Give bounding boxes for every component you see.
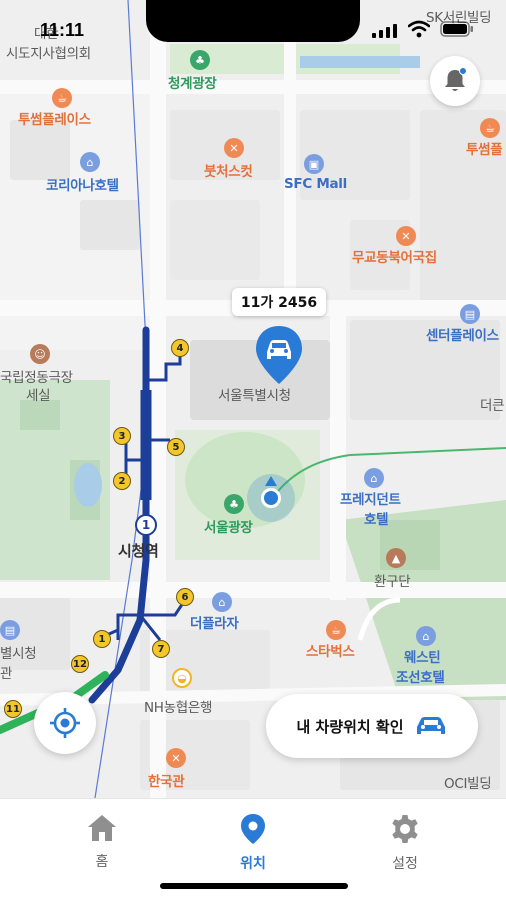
notification-button[interactable] xyxy=(430,56,480,106)
check-car-location-button[interactable]: 내 차량위치 확인 xyxy=(266,694,478,758)
status-time: 11:11 xyxy=(40,20,85,40)
tab-label: 위치 xyxy=(240,856,266,872)
subway-exit-icon[interactable]: 11 xyxy=(4,700,22,718)
home-indicator xyxy=(160,883,348,889)
cafe-icon: ☕ xyxy=(52,88,72,108)
cafe-icon: ☕ xyxy=(480,118,500,138)
restaurant-icon: ✕ xyxy=(224,138,244,158)
poi-label[interactable]: 프레지던트 xyxy=(340,488,401,508)
car-location-pin-icon[interactable] xyxy=(254,324,304,386)
subway-exit-icon[interactable]: 7 xyxy=(152,640,170,658)
restaurant-icon: ✕ xyxy=(166,748,186,768)
poi-label: OCI빌딩 xyxy=(444,776,492,792)
poi-label: 시도지사협의회 xyxy=(6,46,91,62)
battery-icon xyxy=(440,21,473,37)
notch xyxy=(146,0,360,42)
poi-label: 조선호텔 xyxy=(396,670,445,686)
station-label[interactable]: 시청역 xyxy=(118,540,159,561)
tab-settings[interactable]: 설정 xyxy=(350,813,460,883)
car-icon xyxy=(416,717,445,734)
my-location-dot-icon xyxy=(261,488,281,508)
cellular-signal-icon xyxy=(372,24,397,38)
poi-label[interactable]: 붓처스컷 xyxy=(204,160,253,180)
map-view[interactable]: 대한 시도지사협의회 SK서린빌딩 ♣ 청계광장 ☕ 투썸플레이스 ☕ 투썸플 … xyxy=(0,0,506,798)
poi-label[interactable]: SFC Mall xyxy=(284,176,347,192)
poi-label: 더큰 xyxy=(480,398,505,414)
poi-label[interactable]: NH농협은행 xyxy=(144,696,212,716)
poi-label[interactable]: 투썸플레이스 xyxy=(18,108,91,128)
building-icon: ▤ xyxy=(0,620,20,640)
notification-badge xyxy=(459,67,467,75)
subway-station-icon: 1 xyxy=(135,514,157,536)
poi-label[interactable]: 코리아나호텔 xyxy=(46,174,119,194)
poi-label: 호텔 xyxy=(364,512,389,528)
hotel-icon: ⌂ xyxy=(364,468,384,488)
tab-location[interactable]: 위치 xyxy=(198,813,308,883)
crosshair-icon xyxy=(50,708,80,738)
poi-label: 관 xyxy=(0,666,13,682)
subway-exit-icon[interactable]: 6 xyxy=(176,588,194,606)
poi-label[interactable]: 센터플레이스 xyxy=(426,324,499,344)
subway-exit-icon[interactable]: 4 xyxy=(171,339,189,357)
check-car-location-label: 내 차량위치 확인 xyxy=(296,717,404,736)
park-icon: ♣ xyxy=(224,494,244,514)
subway-exit-icon[interactable]: 2 xyxy=(113,472,131,490)
hotel-icon: ⌂ xyxy=(212,592,232,612)
home-icon xyxy=(88,815,116,841)
my-location-marker xyxy=(247,474,295,522)
restaurant-icon: ✕ xyxy=(396,226,416,246)
subway-line-label: 1호선 xyxy=(138,424,148,448)
poi-label[interactable]: 투썸플 xyxy=(466,138,503,158)
landmark-icon: ▲ xyxy=(386,548,406,568)
subway-exit-icon[interactable]: 12 xyxy=(71,655,89,673)
bank-icon: ◒ xyxy=(172,668,192,688)
poi-label[interactable]: 서울광장 xyxy=(204,516,253,536)
subway-exit-icon[interactable]: 3 xyxy=(113,427,131,445)
poi-label[interactable]: 청계광장 xyxy=(168,72,217,92)
poi-label[interactable]: 서울특별시청 xyxy=(218,384,291,404)
hotel-icon: ⌂ xyxy=(80,152,100,172)
status-bar: 11:11 xyxy=(0,0,506,44)
poi-label[interactable]: 웨스틴 xyxy=(404,646,441,666)
heading-icon xyxy=(265,476,277,486)
poi-label: 별시청 xyxy=(0,646,37,662)
poi-label[interactable]: 국립정동극장 xyxy=(0,366,73,386)
car-plate-label[interactable]: 11가 2456 xyxy=(232,288,326,316)
building-icon: ▤ xyxy=(460,304,480,324)
poi-label[interactable]: 스타벅스 xyxy=(306,640,355,660)
poi-label[interactable]: 환구단 xyxy=(374,570,411,590)
poi-label[interactable]: 더플라자 xyxy=(190,612,239,632)
current-location-button[interactable] xyxy=(34,692,96,754)
theater-icon: ☺ xyxy=(30,344,50,364)
subway-exit-icon[interactable]: 1 xyxy=(93,630,111,648)
tab-home[interactable]: 홈 xyxy=(47,813,157,883)
poi-label: 세실 xyxy=(26,388,51,404)
park-icon: ♣ xyxy=(190,50,210,70)
location-pin-icon xyxy=(241,814,265,844)
shopping-icon: ▣ xyxy=(304,154,324,174)
cafe-icon: ☕ xyxy=(326,620,346,640)
poi-label[interactable]: 한국관 xyxy=(148,770,185,790)
poi-label[interactable]: 무교동북어국집 xyxy=(352,246,437,266)
subway-exit-icon[interactable]: 5 xyxy=(167,438,185,456)
hotel-icon: ⌂ xyxy=(416,626,436,646)
gear-icon xyxy=(392,815,418,843)
tab-label: 설정 xyxy=(392,856,418,872)
wifi-icon xyxy=(408,20,430,38)
tab-label: 홈 xyxy=(95,854,109,870)
